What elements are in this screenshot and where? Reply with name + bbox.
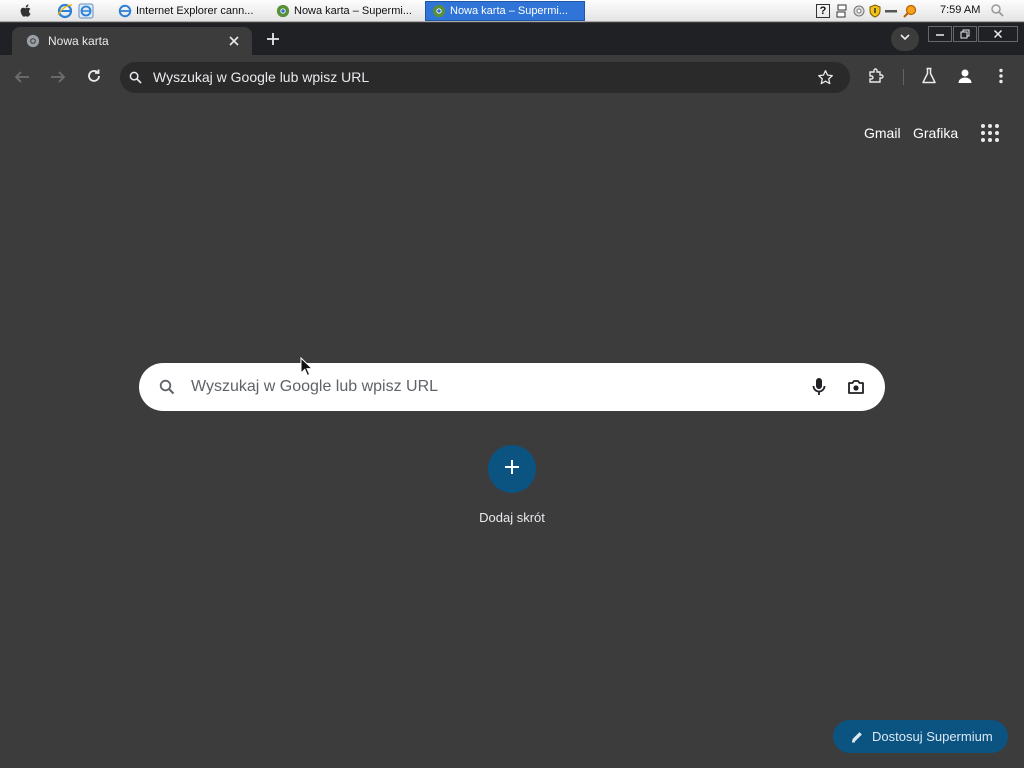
ie-icon (118, 4, 132, 18)
ie-icon[interactable] (78, 3, 94, 24)
ie-icon[interactable] (57, 3, 73, 24)
plus-icon (504, 459, 520, 480)
chrome-icon (432, 4, 446, 18)
task-label: Internet Explorer cann... (136, 5, 254, 17)
customize-label: Dostosuj Supermium (872, 729, 993, 744)
customize-button[interactable]: Dostosuj Supermium (833, 720, 1008, 753)
new-tab-button[interactable] (265, 31, 281, 52)
pencil-icon (850, 730, 864, 744)
task-label: Nowa karta – Supermi... (294, 5, 412, 17)
magnifier-tray-icon[interactable] (902, 3, 918, 19)
apple-icon[interactable] (18, 3, 34, 24)
profile-icon[interactable] (955, 66, 975, 86)
minimize-button[interactable] (928, 26, 952, 42)
tab-search-button[interactable] (891, 27, 919, 51)
toolbar-divider (903, 69, 904, 85)
search-placeholder: Wyszukaj w Google lub wpisz URL (191, 378, 439, 395)
task-ie-cannot[interactable]: Internet Explorer cann... (112, 1, 262, 21)
chrome-icon (26, 34, 40, 48)
mouse-cursor (300, 356, 314, 382)
help-icon[interactable]: ? (816, 4, 830, 18)
extensions-icon[interactable] (867, 67, 885, 85)
clock: 7:59 AM (940, 4, 981, 16)
settings-tray-icon[interactable] (852, 4, 866, 18)
forward-button[interactable] (49, 69, 67, 85)
task-new-tab-1[interactable]: Nowa karta – Supermi... (270, 1, 420, 21)
system-tray: ? (816, 2, 918, 20)
add-shortcut-label[interactable]: Dodaj skrót (460, 510, 564, 525)
restore-button[interactable] (953, 26, 977, 42)
search-icon (129, 71, 142, 89)
tab-title: Nowa karta (48, 34, 109, 48)
menu-dots-icon[interactable] (998, 68, 1004, 84)
chevron-down-icon (899, 30, 911, 48)
close-window-button[interactable] (978, 26, 1018, 42)
chrome-icon (276, 4, 290, 18)
task-new-tab-2[interactable]: Nowa karta – Supermi... (425, 1, 585, 21)
ntp-search-box[interactable]: Wyszukaj w Google lub wpisz URL (139, 363, 885, 411)
back-button[interactable] (13, 69, 31, 85)
gmail-link[interactable]: Gmail (864, 125, 901, 141)
spotlight-search-icon[interactable] (990, 3, 1004, 22)
network-icon[interactable] (836, 4, 848, 18)
camera-icon[interactable] (847, 379, 865, 400)
add-shortcut-button[interactable] (488, 445, 536, 493)
key-icon[interactable] (884, 4, 900, 18)
labs-icon[interactable] (921, 67, 937, 85)
images-link[interactable]: Grafika (913, 125, 958, 141)
reload-button[interactable] (86, 68, 102, 84)
close-tab-icon[interactable] (228, 34, 240, 52)
search-icon (159, 379, 175, 400)
address-bar-text: Wyszukaj w Google lub wpisz URL (153, 69, 370, 85)
task-label: Nowa karta – Supermi... (450, 5, 568, 17)
address-bar[interactable]: Wyszukaj w Google lub wpisz URL (120, 62, 850, 93)
shield-icon[interactable] (868, 4, 882, 18)
mic-icon[interactable] (812, 377, 826, 402)
os-taskbar: Internet Explorer cann... Nowa karta – S… (0, 0, 1024, 22)
tab-new-tab[interactable]: Nowa karta (12, 27, 252, 55)
apps-grid-icon[interactable] (980, 123, 1000, 148)
star-icon[interactable] (817, 69, 834, 91)
